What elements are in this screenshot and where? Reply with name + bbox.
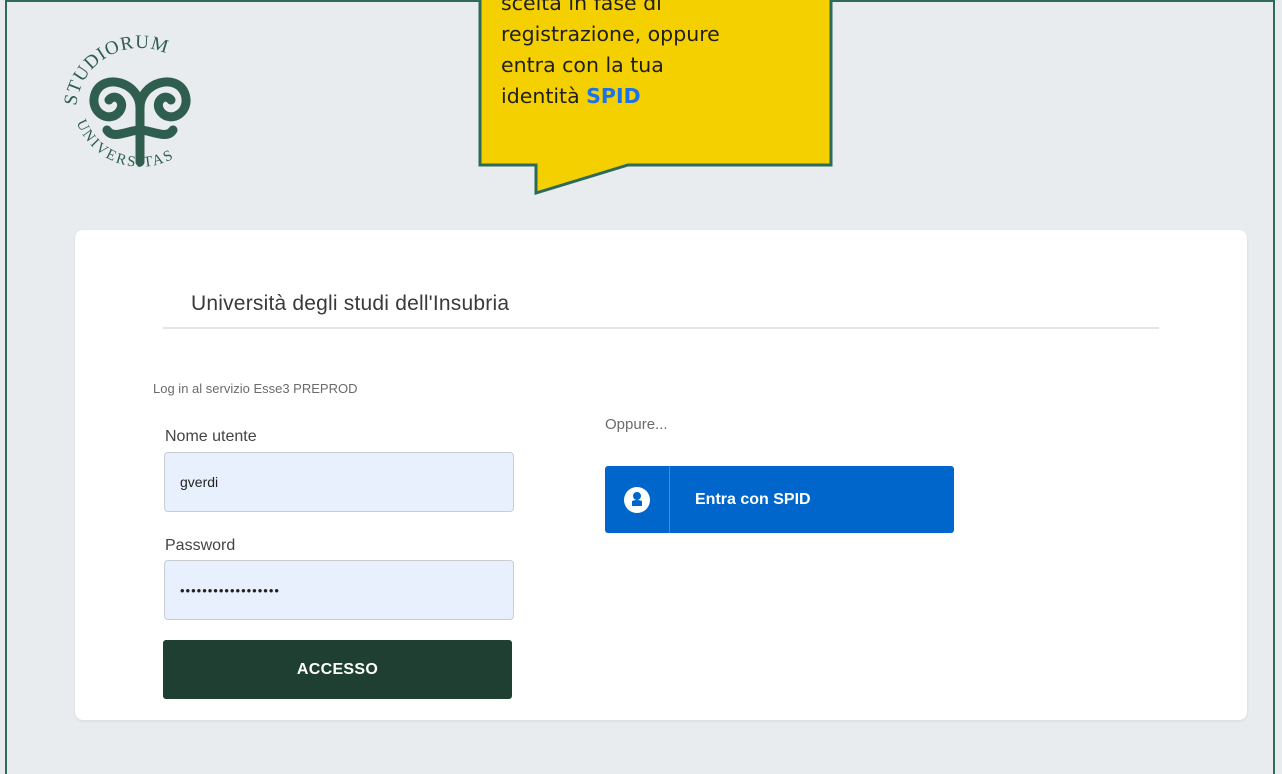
title-divider	[163, 327, 1159, 329]
service-description: Log in al servizio Esse3 PREPROD	[153, 381, 358, 396]
callout-line-3: entra con la tua	[501, 53, 664, 77]
page-title: Università degli studi dell'Insubria	[191, 292, 510, 315]
alternative-label: Oppure...	[605, 416, 668, 433]
callout-line-2: registrazione, oppure	[501, 22, 720, 46]
user-icon	[624, 486, 650, 513]
username-input[interactable]	[164, 452, 514, 512]
callout-spid-highlight: SPID	[586, 84, 641, 108]
username-label: Nome utente	[165, 428, 257, 445]
page-frame: STUDIORUM UNIVERSITAS scelta in fase di …	[5, 0, 1275, 774]
password-input[interactable]	[164, 560, 514, 620]
callout-line-1: scelta in fase di	[501, 0, 662, 15]
callout-line-4: identità SPID	[501, 81, 821, 112]
callout-text: scelta in fase di registrazione, oppure …	[501, 0, 821, 112]
spid-icon-container	[605, 466, 670, 533]
svg-text:UNIVERSITAS: UNIVERSITAS	[73, 117, 177, 171]
password-label: Password	[165, 537, 236, 554]
login-card: Università degli studi dell'Insubria Log…	[75, 230, 1247, 720]
spid-button-label: Entra con SPID	[695, 490, 811, 508]
callout-line-4-prefix: identità	[501, 84, 587, 108]
logo-bottom-text: UNIVERSITAS	[73, 117, 175, 171]
login-button[interactable]: ACCESSO	[163, 640, 512, 699]
spid-login-button[interactable]: Entra con SPID	[605, 466, 954, 533]
university-logo: STUDIORUM UNIVERSITAS	[60, 32, 191, 171]
